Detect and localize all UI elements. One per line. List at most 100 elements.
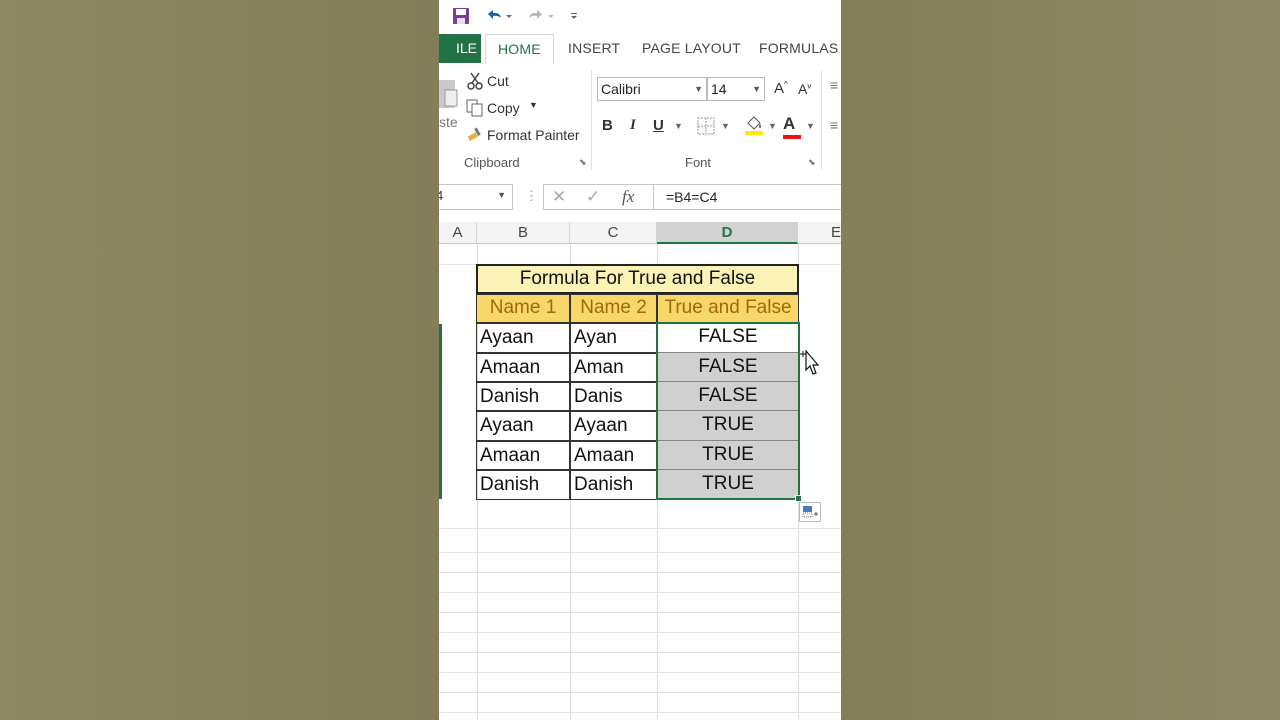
column-header-d[interactable]: D: [657, 222, 798, 244]
result-cell[interactable]: TRUE: [657, 470, 799, 500]
font-color-label: A: [783, 114, 796, 133]
table-cell[interactable]: Amaan: [570, 441, 657, 470]
formula-buttons: ✕ ✓ fx: [543, 184, 653, 210]
table-cell[interactable]: Ayaan: [476, 411, 570, 441]
header-name-1[interactable]: Name 1: [476, 294, 570, 323]
table-cell[interactable]: Danis: [570, 382, 657, 411]
customize-toolbar-icon[interactable]: [569, 8, 579, 27]
chevron-down-icon: ▼: [694, 84, 703, 94]
gridline: [439, 592, 841, 593]
bold-button[interactable]: B: [602, 117, 613, 134]
fill-color-dropdown-icon[interactable]: ▼: [768, 121, 777, 131]
font-color-button[interactable]: A: [783, 114, 801, 139]
table-cell[interactable]: Danish: [476, 470, 570, 500]
font-launcher-icon[interactable]: ⬊: [808, 157, 816, 168]
format-painter-button[interactable]: Format Painter: [487, 127, 580, 143]
copy-icon: [466, 99, 484, 120]
grip-icon: ⋮: [525, 188, 538, 203]
result-cell[interactable]: TRUE: [657, 411, 799, 441]
font-size-value: 14: [711, 81, 727, 97]
gridline: [439, 692, 841, 693]
formula-bar: 4 ▼ ⋮ ✕ ✓ fx =B4=C4: [439, 176, 841, 222]
column-header-b[interactable]: B: [477, 222, 570, 244]
cut-button[interactable]: Cut: [487, 73, 509, 89]
tab-home[interactable]: HOME: [485, 34, 554, 64]
formula-input[interactable]: =B4=C4: [653, 184, 841, 210]
grow-font-label: A: [774, 80, 785, 97]
gridline: [439, 572, 841, 573]
format-painter-icon: [466, 126, 484, 147]
save-icon[interactable]: [452, 7, 470, 28]
result-cell[interactable]: FALSE: [657, 353, 799, 382]
column-header-e[interactable]: E: [798, 222, 841, 244]
ribbon-tabs: ILE HOME INSERT PAGE LAYOUT FORMULAS: [439, 34, 841, 65]
italic-button[interactable]: I: [630, 117, 636, 134]
font-color-swatch: [783, 135, 801, 139]
cut-icon: [466, 72, 484, 93]
underline-button[interactable]: U: [653, 117, 664, 134]
chevron-down-icon: ▼: [752, 84, 761, 94]
header-name-2[interactable]: Name 2: [570, 294, 657, 323]
table-cell[interactable]: Ayaan: [570, 411, 657, 441]
chevron-down-icon: ▼: [497, 190, 506, 200]
ribbon-separator: [821, 70, 822, 170]
table-cell[interactable]: Amaan: [476, 441, 570, 470]
align-icon[interactable]: ≡: [830, 117, 838, 133]
gridline: [439, 632, 841, 633]
enter-icon[interactable]: ✓: [586, 187, 600, 207]
gridline: [439, 528, 841, 529]
table-cell[interactable]: Ayan: [570, 323, 657, 353]
grow-font-button[interactable]: A^: [774, 80, 788, 97]
quick-analysis-icon: [802, 506, 818, 518]
clipboard-launcher-icon[interactable]: ⬊: [579, 157, 587, 168]
name-box-value: 4: [439, 188, 444, 203]
result-cell[interactable]: TRUE: [657, 441, 799, 470]
borders-icon[interactable]: [697, 117, 715, 138]
quick-analysis-button[interactable]: [799, 502, 821, 522]
table-cell[interactable]: Amaan: [476, 353, 570, 382]
clipboard-group-label: Clipboard: [464, 155, 520, 170]
align-icon[interactable]: ≡: [830, 77, 838, 93]
tab-file[interactable]: ILE: [439, 34, 481, 63]
font-name-value: Calibri: [601, 81, 641, 97]
table-cell[interactable]: Ayaan: [476, 323, 570, 353]
gridline: [439, 652, 841, 653]
column-header-a[interactable]: A: [439, 222, 477, 244]
undo-icon[interactable]: [484, 7, 514, 28]
copy-button[interactable]: Copy: [487, 100, 520, 116]
shrink-font-button[interactable]: Av: [798, 81, 811, 97]
font-name-select[interactable]: Calibri ▼: [597, 77, 707, 101]
column-header-c[interactable]: C: [570, 222, 657, 244]
paste-label[interactable]: ste: [439, 114, 458, 130]
fill-handle[interactable]: [795, 495, 802, 502]
insert-function-icon[interactable]: fx: [622, 187, 634, 207]
underline-dropdown-icon[interactable]: ▼: [674, 121, 683, 131]
cursor-icon: [798, 349, 820, 383]
cancel-icon[interactable]: ✕: [552, 187, 566, 207]
gridline: [439, 552, 841, 553]
shrink-font-label: A: [798, 81, 808, 97]
name-box[interactable]: 4 ▼: [439, 184, 513, 210]
table-title[interactable]: Formula For True and False: [476, 264, 799, 294]
tab-insert[interactable]: INSERT: [568, 34, 620, 64]
table-cell[interactable]: Danish: [476, 382, 570, 411]
result-cell[interactable]: FALSE: [657, 323, 799, 353]
copy-dropdown-icon[interactable]: ▼: [529, 100, 538, 110]
gridline: [439, 672, 841, 673]
tab-formulas[interactable]: FORMULAS: [759, 34, 838, 64]
tab-page-layout[interactable]: PAGE LAYOUT: [642, 34, 741, 64]
worksheet-grid[interactable]: A B C D E Formula For True and False Nam…: [439, 222, 841, 720]
result-cell[interactable]: FALSE: [657, 382, 799, 411]
header-true-false[interactable]: True and False: [657, 294, 799, 323]
table-cell[interactable]: Danish: [570, 470, 657, 500]
ribbon-separator: [591, 70, 592, 170]
gridline: [439, 612, 841, 613]
font-color-dropdown-icon[interactable]: ▼: [806, 121, 815, 131]
fill-color-icon[interactable]: [744, 114, 764, 139]
font-size-select[interactable]: 14 ▼: [707, 77, 765, 101]
table-cell[interactable]: Aman: [570, 353, 657, 382]
gridline: [439, 712, 841, 713]
redo-icon[interactable]: [526, 7, 556, 28]
borders-dropdown-icon[interactable]: ▼: [721, 121, 730, 131]
paste-icon[interactable]: [439, 78, 459, 115]
